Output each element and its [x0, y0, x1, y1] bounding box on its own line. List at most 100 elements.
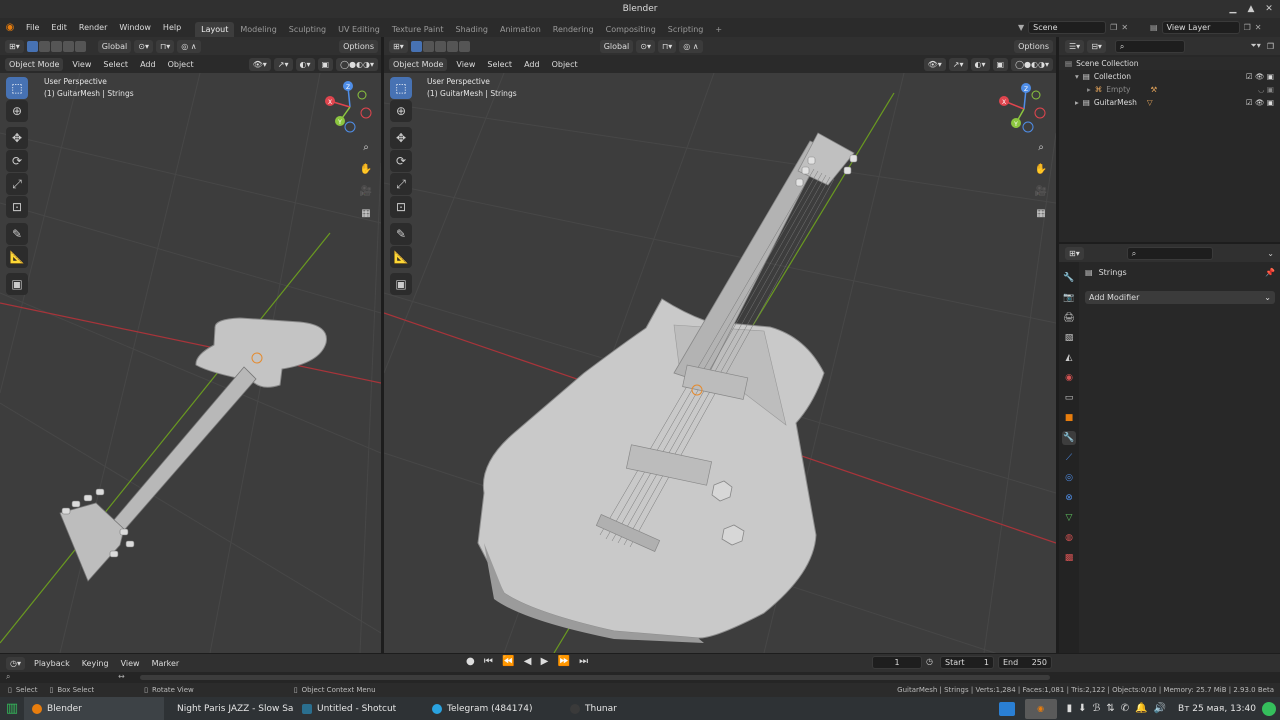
- data-tab-icon[interactable]: ▽: [1062, 511, 1076, 525]
- viewport-menu-object[interactable]: Object: [546, 60, 584, 69]
- hidden-eye-camera-icon[interactable]: ◡ ▣: [1258, 85, 1274, 94]
- pivot-icon[interactable]: ⊙▾: [636, 39, 655, 53]
- select-subtract-icon[interactable]: [434, 40, 446, 52]
- visibility-icon[interactable]: 👁▾: [248, 57, 271, 71]
- timeline-scrub-area[interactable]: ⌕ ↔: [0, 672, 1280, 683]
- chevron-down-icon[interactable]: ⌄: [1267, 249, 1274, 258]
- outliner-search-input[interactable]: ⌕: [1114, 39, 1185, 53]
- manjaro-menu-icon[interactable]: ▥: [0, 697, 24, 720]
- outliner-row-collection[interactable]: ▾ ▤ Collection ☑ 👁 ▣: [1059, 70, 1280, 83]
- constraints-tab-icon[interactable]: ⊗: [1062, 491, 1076, 505]
- task-thunar[interactable]: Thunar: [562, 697, 662, 720]
- pan-hand-icon[interactable]: ✋: [1032, 161, 1050, 179]
- pivot-icon[interactable]: ⊙▾: [134, 39, 153, 53]
- orientation-dropdown[interactable]: Global: [599, 39, 634, 53]
- select-box-tool-icon[interactable]: ⬚: [6, 77, 28, 99]
- select-intersect-icon[interactable]: [74, 40, 86, 52]
- render-tab-icon[interactable]: 📷: [1062, 291, 1076, 305]
- expand-arrow-icon[interactable]: ▸: [1075, 98, 1079, 107]
- editor-type-icon[interactable]: ⊞▾: [5, 39, 24, 53]
- expand-arrow-icon[interactable]: ▸: [1087, 85, 1091, 94]
- viewport-menu-add[interactable]: Add: [134, 60, 162, 69]
- object-tab-icon[interactable]: ■: [1062, 411, 1076, 425]
- navigation-gizmo-right[interactable]: Z X Y: [996, 81, 1052, 137]
- menu-render[interactable]: Render: [73, 23, 113, 32]
- tab-sculpting[interactable]: Sculpting: [283, 22, 332, 37]
- clock[interactable]: Вт 25 мая, 13:40: [1178, 704, 1256, 714]
- orientation-dropdown[interactable]: Global: [97, 39, 132, 53]
- move-tool-icon[interactable]: ✥: [6, 127, 28, 149]
- select-extend-icon[interactable]: [38, 40, 50, 52]
- rotate-tool-icon[interactable]: ⟳: [6, 150, 28, 172]
- task-shotcut[interactable]: Untitled - Shotcut: [294, 697, 424, 720]
- output-tab-icon[interactable]: 🖨: [1062, 311, 1076, 325]
- texture-tab-icon[interactable]: ▩: [1062, 551, 1076, 565]
- scene-remove-icon[interactable]: ✕: [1121, 23, 1128, 32]
- add-modifier-dropdown[interactable]: Add Modifier ⌄: [1085, 291, 1275, 304]
- viewport-menu-select[interactable]: Select: [97, 60, 134, 69]
- perspective-grid-icon[interactable]: ▦: [1032, 205, 1050, 223]
- overlay-toggle-icon[interactable]: ◐▾: [295, 57, 315, 71]
- update-icon[interactable]: [1262, 701, 1276, 716]
- camera-icon[interactable]: 🎥: [1032, 183, 1050, 201]
- start-frame-field[interactable]: Start 1: [940, 656, 994, 669]
- camera-icon[interactable]: 🎥: [357, 183, 375, 201]
- outliner-row-scene-collection[interactable]: ▤ Scene Collection: [1059, 57, 1280, 70]
- material-tab-icon[interactable]: ◍: [1062, 531, 1076, 545]
- options-dropdown[interactable]: Options: [1014, 39, 1053, 53]
- annotate-tool-icon[interactable]: ✎: [390, 223, 412, 245]
- viewport-right-canvas[interactable]: User Perspective (1) GuitarMesh | String…: [384, 73, 1056, 653]
- viewport-menu-view[interactable]: View: [66, 60, 97, 69]
- tab-compositing[interactable]: Compositing: [600, 22, 662, 37]
- pager-blender-icon[interactable]: ◉: [1024, 698, 1057, 719]
- navigation-gizmo-left[interactable]: Z X Y: [322, 79, 378, 135]
- menu-file[interactable]: File: [20, 23, 45, 32]
- tab-shading[interactable]: Shading: [449, 22, 494, 37]
- tab-uv-editing[interactable]: UV Editing: [332, 22, 386, 37]
- maximize-icon[interactable]: ▲: [1244, 2, 1258, 16]
- particles-tab-icon[interactable]: ⟋: [1062, 451, 1076, 465]
- task-blender[interactable]: Blender: [24, 697, 164, 720]
- move-tool-icon[interactable]: ✥: [390, 127, 412, 149]
- gizmo-toggle-icon[interactable]: ↗▾: [948, 57, 968, 71]
- checkbox-eye-camera-icon[interactable]: ☑ 👁 ▣: [1246, 98, 1274, 107]
- timeline-menu-playback[interactable]: Playback: [28, 659, 76, 668]
- tab-modeling[interactable]: Modeling: [234, 22, 282, 37]
- mode-dropdown[interactable]: Object Mode: [5, 57, 64, 71]
- perspective-grid-icon[interactable]: ▦: [357, 205, 375, 223]
- select-invert-icon[interactable]: [62, 40, 74, 52]
- blender-logo-icon[interactable]: ◉: [0, 22, 20, 33]
- zoom-icon[interactable]: ⌕: [1032, 139, 1050, 157]
- proportional-edit-icon[interactable]: ◎ ∧: [177, 39, 201, 53]
- cursor-tool-icon[interactable]: ⊕: [390, 100, 412, 122]
- timeline-editor-icon[interactable]: ◷▾: [6, 656, 25, 670]
- scene-copy-icon[interactable]: ❐: [1110, 23, 1117, 32]
- world-tab-icon[interactable]: ◉: [1062, 371, 1076, 385]
- expand-arrow-icon[interactable]: ▾: [1075, 72, 1079, 81]
- select-intersect-icon[interactable]: [458, 40, 470, 52]
- select-box-tool-icon[interactable]: ⬚: [390, 77, 412, 99]
- scale-tool-icon[interactable]: ⤢: [6, 173, 28, 195]
- measure-tool-icon[interactable]: 📐: [6, 246, 28, 268]
- gizmo-toggle-icon[interactable]: ↗▾: [273, 57, 293, 71]
- viewport-menu-view[interactable]: View: [450, 60, 481, 69]
- transform-tool-icon[interactable]: ⊡: [6, 196, 28, 218]
- tool-tab-icon[interactable]: 🔧: [1062, 271, 1076, 285]
- playback-controls[interactable]: ● ⏮ ⏪ ◀ ▶ ⏩ ⏭: [466, 656, 591, 667]
- filter-icon[interactable]: ⏷▾: [1250, 41, 1260, 51]
- scale-tool-icon[interactable]: ⤢: [390, 173, 412, 195]
- cursor-tool-icon[interactable]: ⊕: [6, 100, 28, 122]
- checkbox-eye-camera-icon[interactable]: ☑ 👁 ▣: [1246, 72, 1274, 81]
- select-mode-icon[interactable]: [410, 40, 422, 52]
- timeline-menu-keying[interactable]: Keying: [76, 659, 115, 668]
- add-workspace-icon[interactable]: +: [709, 22, 728, 37]
- scene-field[interactable]: Scene: [1028, 21, 1107, 34]
- properties-editor-icon[interactable]: ⊞▾: [1065, 246, 1084, 260]
- scroll-arrows-icon[interactable]: ↔: [118, 672, 125, 681]
- timeline-menu-marker[interactable]: Marker: [146, 659, 186, 668]
- transform-tool-icon[interactable]: ⊡: [390, 196, 412, 218]
- rotate-tool-icon[interactable]: ⟳: [390, 150, 412, 172]
- menu-edit[interactable]: Edit: [45, 23, 73, 32]
- task-telegram[interactable]: Telegram (484174): [424, 697, 562, 720]
- search-icon[interactable]: ⌕: [6, 672, 10, 682]
